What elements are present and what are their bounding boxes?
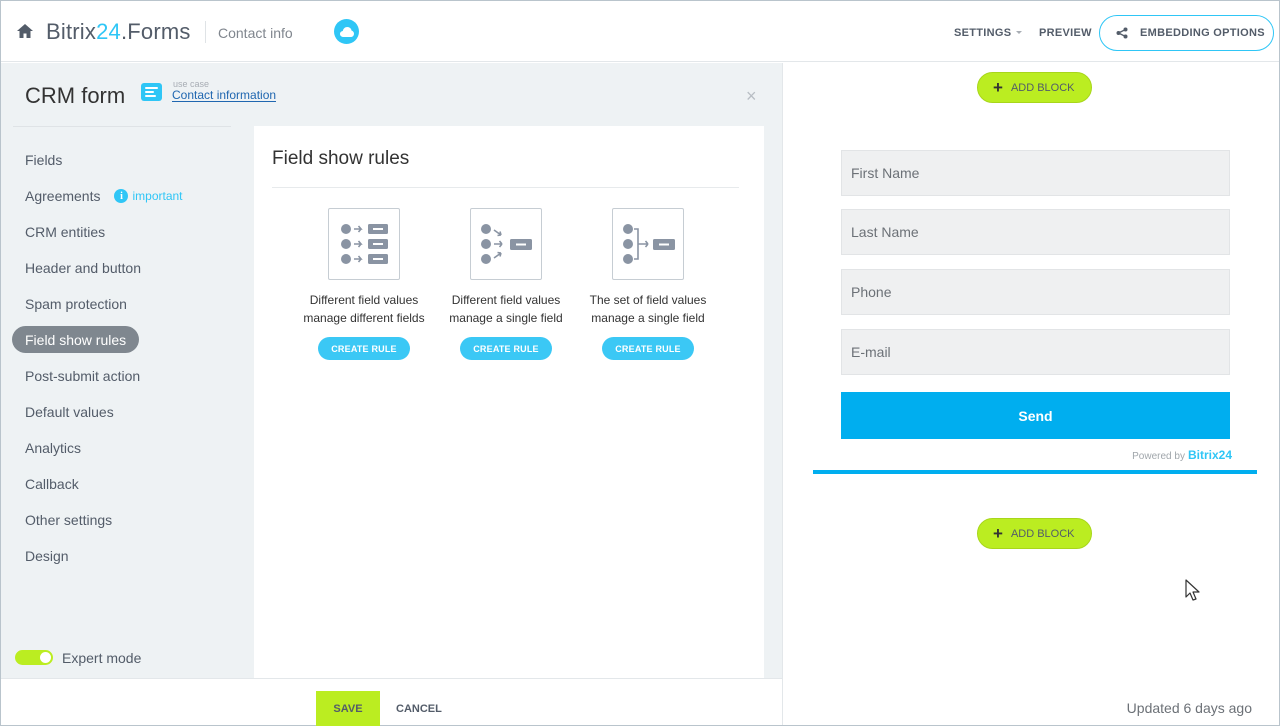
toggle-knob [40,652,51,663]
use-case-icon [141,83,162,101]
form-preview: + ADD BLOCK First Name Last Name Phone E-… [782,63,1279,725]
first-name-field[interactable]: First Name [841,150,1230,196]
settings-nav: Fields Agreements i important CRM entitie… [12,142,242,574]
nav-item-fields[interactable]: Fields [12,142,75,178]
preview-button[interactable]: PREVIEW [1039,27,1092,39]
single-field-rule-icon [470,208,542,280]
rule-option: The set of field values manage a single f… [575,208,721,360]
use-case-link[interactable]: Contact information [172,89,277,102]
plus-icon: + [993,524,1003,543]
info-icon: i [114,189,129,203]
rule-description: Different field values manage a single fi… [449,293,563,325]
panel-title: CRM form [25,83,126,108]
nav-item-default-values[interactable]: Default values [12,394,127,430]
header-divider [205,21,206,43]
plus-icon: + [993,78,1003,97]
updated-timestamp: Updated 6 days ago [1126,700,1252,716]
form-bottom-border [813,470,1257,474]
nav-item-post-submit-action[interactable]: Post-submit action [12,358,153,394]
create-rule-button[interactable]: CREATE RULE [318,337,410,360]
divider [13,126,231,127]
create-rule-button[interactable]: CREATE RULE [602,337,694,360]
embedding-options-button[interactable]: EMBEDDING OPTIONS [1099,15,1274,51]
add-block-button[interactable]: + ADD BLOCK [977,72,1092,103]
rule-description: The set of field values manage a single f… [589,293,707,325]
multi-field-rule-icon [328,208,400,280]
breadcrumb: Contact info [218,25,293,41]
field-set-rule-icon [612,208,684,280]
add-block-button[interactable]: + ADD BLOCK [977,518,1092,549]
home-icon[interactable] [17,24,33,38]
nav-item-crm-entities[interactable]: CRM entities [12,214,118,250]
rule-option: Different field values manage different f… [291,208,437,360]
expert-mode-label: Expert mode [62,650,142,666]
chevron-down-icon [1016,30,1023,34]
send-button[interactable]: Send [841,392,1230,439]
divider [272,187,739,188]
nav-item-header-and-button[interactable]: Header and button [12,250,154,286]
field-show-rules-card: Field show rules Different field values m… [254,126,764,678]
cloud-icon[interactable] [334,19,359,44]
powered-by[interactable]: Powered by Bitrix24 [1132,448,1232,462]
rule-description: Different field values manage different f… [303,293,425,325]
mouse-cursor-icon [1185,579,1200,601]
nav-item-analytics[interactable]: Analytics [12,430,94,466]
nav-item-callback[interactable]: Callback [12,466,92,502]
nav-item-agreements[interactable]: Agreements i important [12,178,196,214]
expert-mode-toggle[interactable] [15,650,53,665]
rule-option: Different field values manage a single fi… [433,208,579,360]
create-rule-button[interactable]: CREATE RULE [460,337,552,360]
section-title: Field show rules [272,148,410,169]
last-name-field[interactable]: Last Name [841,209,1230,255]
share-icon [1116,27,1128,39]
footer-bar: SAVE CANCEL [1,678,782,726]
nav-item-spam-protection[interactable]: Spam protection [12,286,140,322]
save-button[interactable]: SAVE [316,691,380,726]
nav-item-field-show-rules[interactable]: Field show rules [12,326,140,353]
nav-item-design[interactable]: Design [12,538,82,574]
close-icon[interactable]: × [746,87,757,105]
phone-field[interactable]: Phone [841,269,1230,315]
nav-item-other-settings[interactable]: Other settings [12,502,125,538]
settings-menu[interactable]: SETTINGS [954,27,1023,39]
important-badge[interactable]: i important [114,189,183,203]
email-field[interactable]: E-mail [841,329,1230,375]
app-logo[interactable]: Bitrix24.Forms [46,19,191,45]
top-header: Bitrix24.Forms Contact info SETTINGS PRE… [1,1,1279,62]
cancel-button[interactable]: CANCEL [396,703,442,715]
